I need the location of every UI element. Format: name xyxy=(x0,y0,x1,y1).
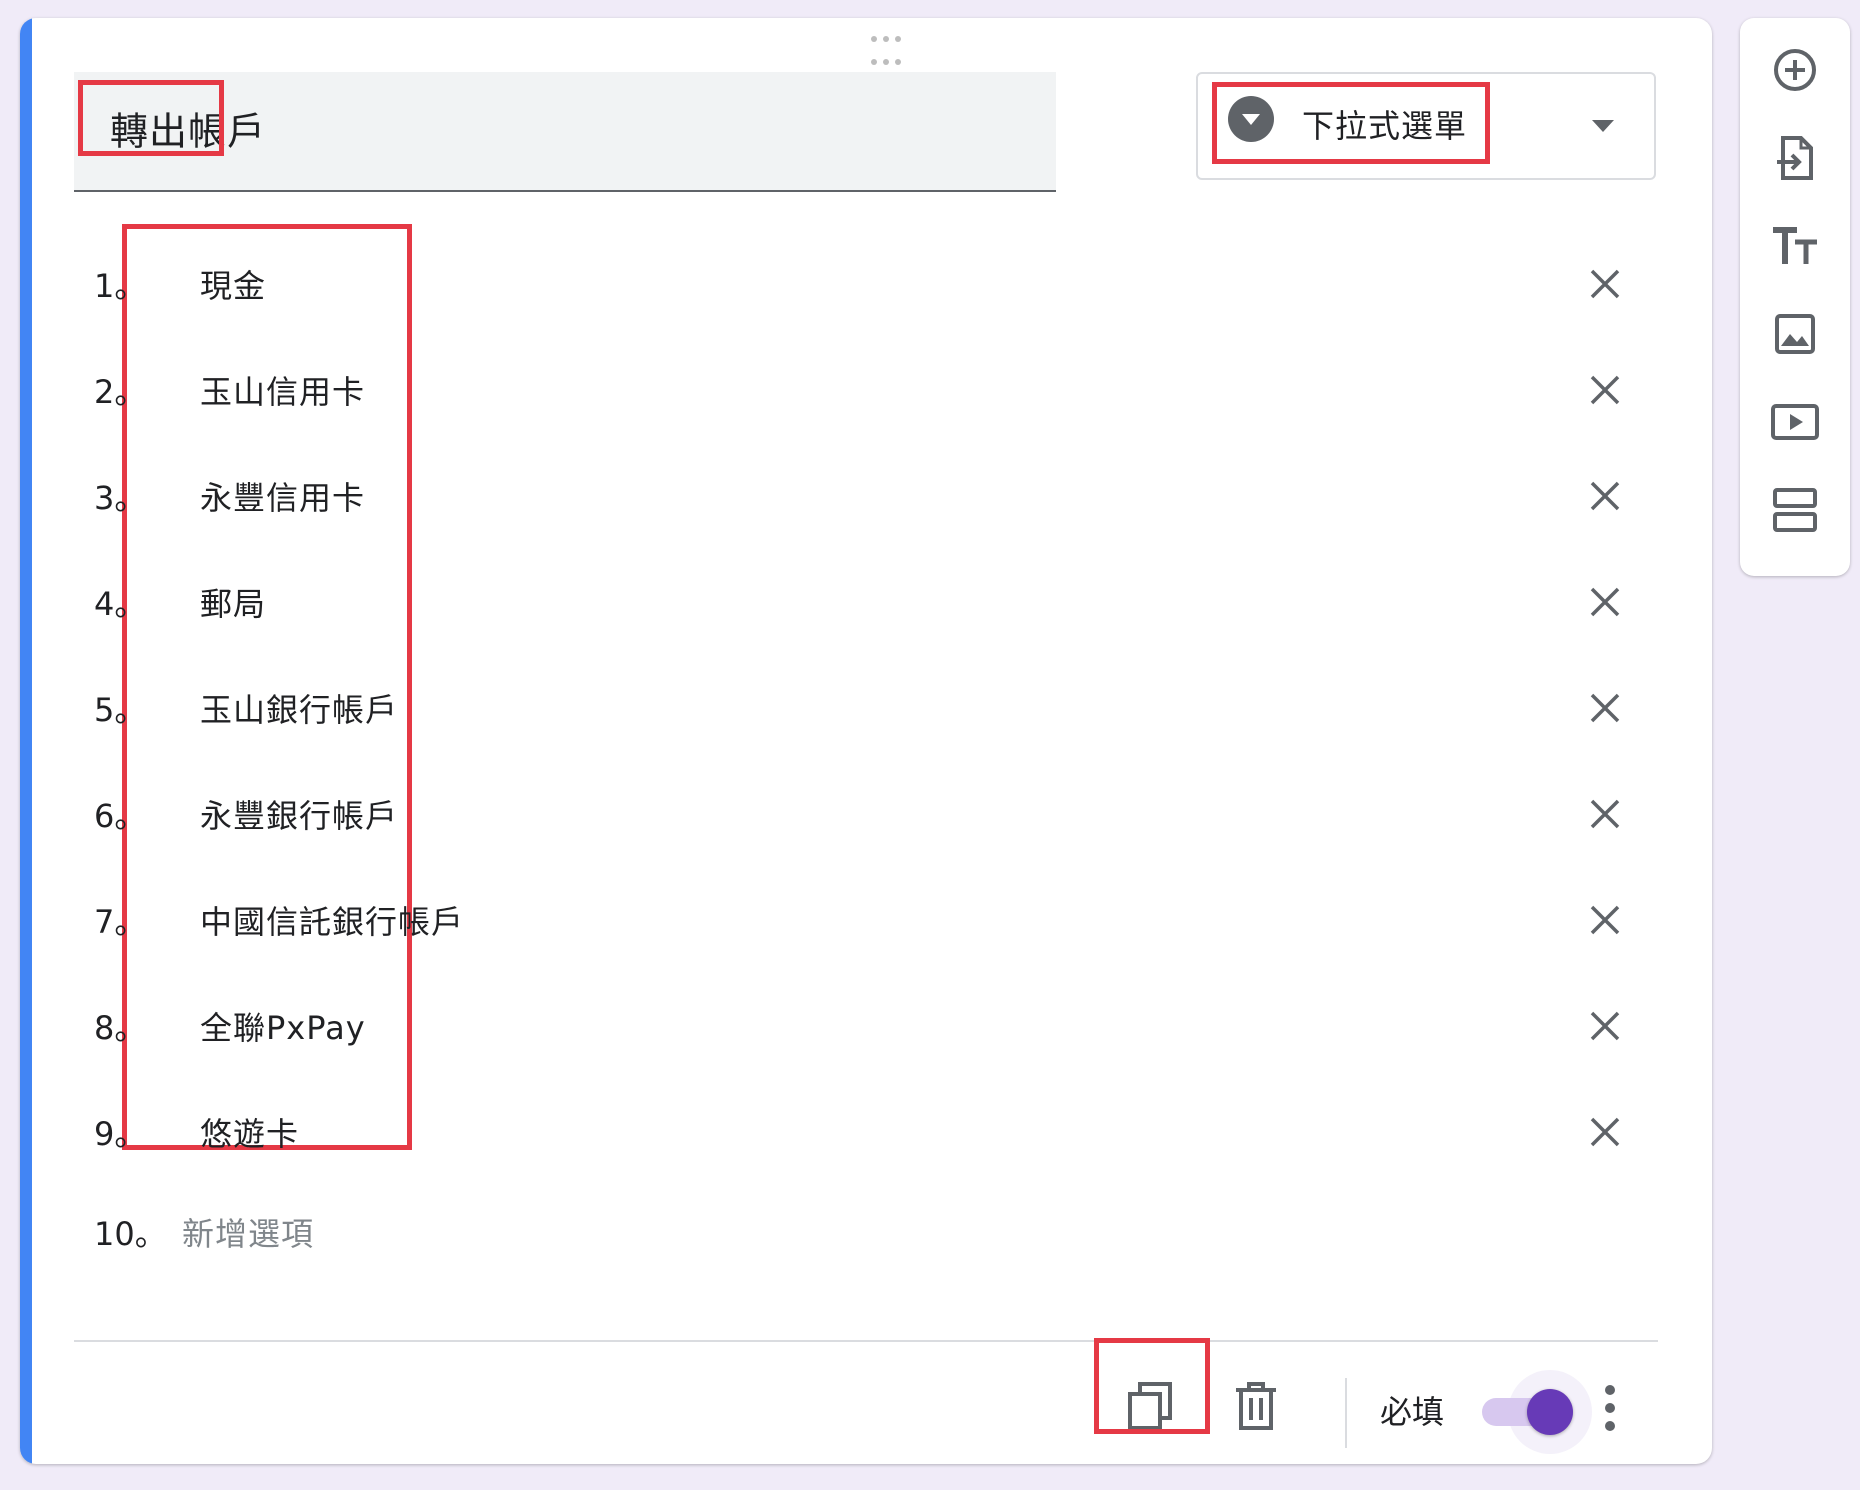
option-row[interactable]: 8。 全聯PxPay xyxy=(74,981,1664,1071)
option-number: 9。 xyxy=(94,1115,147,1153)
copy-icon[interactable] xyxy=(1120,1376,1180,1436)
option-row[interactable]: 1。 現金 xyxy=(74,239,1664,329)
option-row[interactable]: 6。 永豐銀行帳戶 xyxy=(74,769,1664,859)
more-vert-icon[interactable] xyxy=(1600,1382,1620,1438)
option-row[interactable]: 9。 悠遊卡 xyxy=(74,1087,1664,1177)
option-label[interactable]: 現金 xyxy=(200,261,266,307)
option-row[interactable]: 7。 中國信託銀行帳戶 xyxy=(74,875,1664,965)
option-number: 1。 xyxy=(94,267,147,305)
option-number: 4。 xyxy=(94,585,147,623)
option-label[interactable]: 玉山信用卡 xyxy=(200,367,365,413)
option-number: 2。 xyxy=(94,373,147,411)
question-type-select[interactable]: 下拉式選單 xyxy=(1196,72,1656,180)
drag-handle-icon[interactable] xyxy=(866,36,906,76)
question-type-label: 下拉式選單 xyxy=(1302,107,1468,145)
question-toolbar xyxy=(1740,18,1850,576)
option-row[interactable]: 5。 玉山銀行帳戶 xyxy=(74,663,1664,753)
close-icon[interactable] xyxy=(1588,373,1622,407)
trash-icon[interactable] xyxy=(1226,1376,1286,1436)
close-icon[interactable] xyxy=(1588,267,1622,301)
question-card[interactable]: 轉出帳戶 下拉式選單 10。 新增選項 必填 1。 現金 2。 玉山信用卡 3。 永豐信用… xyxy=(20,18,1712,1464)
option-label[interactable]: 玉山銀行帳戶 xyxy=(200,685,398,731)
image-icon[interactable] xyxy=(1765,304,1825,364)
option-number: 3。 xyxy=(94,479,147,517)
import-question-icon[interactable] xyxy=(1765,128,1825,188)
question-title: 轉出帳戶 xyxy=(110,109,267,154)
add-option-input[interactable]: 新增選項 xyxy=(182,1209,314,1255)
footer-vertical-divider xyxy=(1345,1378,1347,1448)
close-icon[interactable] xyxy=(1588,585,1622,619)
section-icon[interactable] xyxy=(1765,480,1825,540)
option-row[interactable]: 4。 郵局 xyxy=(74,557,1664,647)
option-label[interactable]: 全聯PxPay xyxy=(200,1003,366,1049)
dropdown-type-icon xyxy=(1228,96,1274,142)
chevron-down-icon xyxy=(1592,120,1614,132)
option-number: 7。 xyxy=(94,903,147,941)
title-text-icon[interactable] xyxy=(1765,216,1825,276)
option-number: 8。 xyxy=(94,1009,147,1047)
video-icon[interactable] xyxy=(1765,392,1825,452)
close-icon[interactable] xyxy=(1588,479,1622,513)
option-label[interactable]: 中國信託銀行帳戶 xyxy=(200,897,464,943)
option-row[interactable]: 3。 永豐信用卡 xyxy=(74,451,1664,541)
close-icon[interactable] xyxy=(1588,797,1622,831)
option-row[interactable]: 2。 玉山信用卡 xyxy=(74,345,1664,435)
option-label[interactable]: 永豐銀行帳戶 xyxy=(200,791,398,837)
add-question-icon[interactable] xyxy=(1765,40,1825,100)
option-label[interactable]: 永豐信用卡 xyxy=(200,473,365,519)
required-label: 必填 xyxy=(1380,1393,1445,1431)
add-option-number: 10。 xyxy=(94,1215,167,1253)
option-label[interactable]: 悠遊卡 xyxy=(200,1109,299,1155)
option-label[interactable]: 郵局 xyxy=(200,579,266,625)
close-icon[interactable] xyxy=(1588,691,1622,725)
required-toggle[interactable] xyxy=(1472,1366,1592,1456)
close-icon[interactable] xyxy=(1588,903,1622,937)
option-number: 6。 xyxy=(94,797,147,835)
close-icon[interactable] xyxy=(1588,1115,1622,1149)
question-title-field[interactable]: 轉出帳戶 xyxy=(74,72,1056,192)
option-number: 5。 xyxy=(94,691,147,729)
close-icon[interactable] xyxy=(1588,1009,1622,1043)
card-accent-bar xyxy=(20,18,32,1464)
footer-divider xyxy=(74,1340,1658,1342)
toggle-knob xyxy=(1527,1389,1573,1435)
